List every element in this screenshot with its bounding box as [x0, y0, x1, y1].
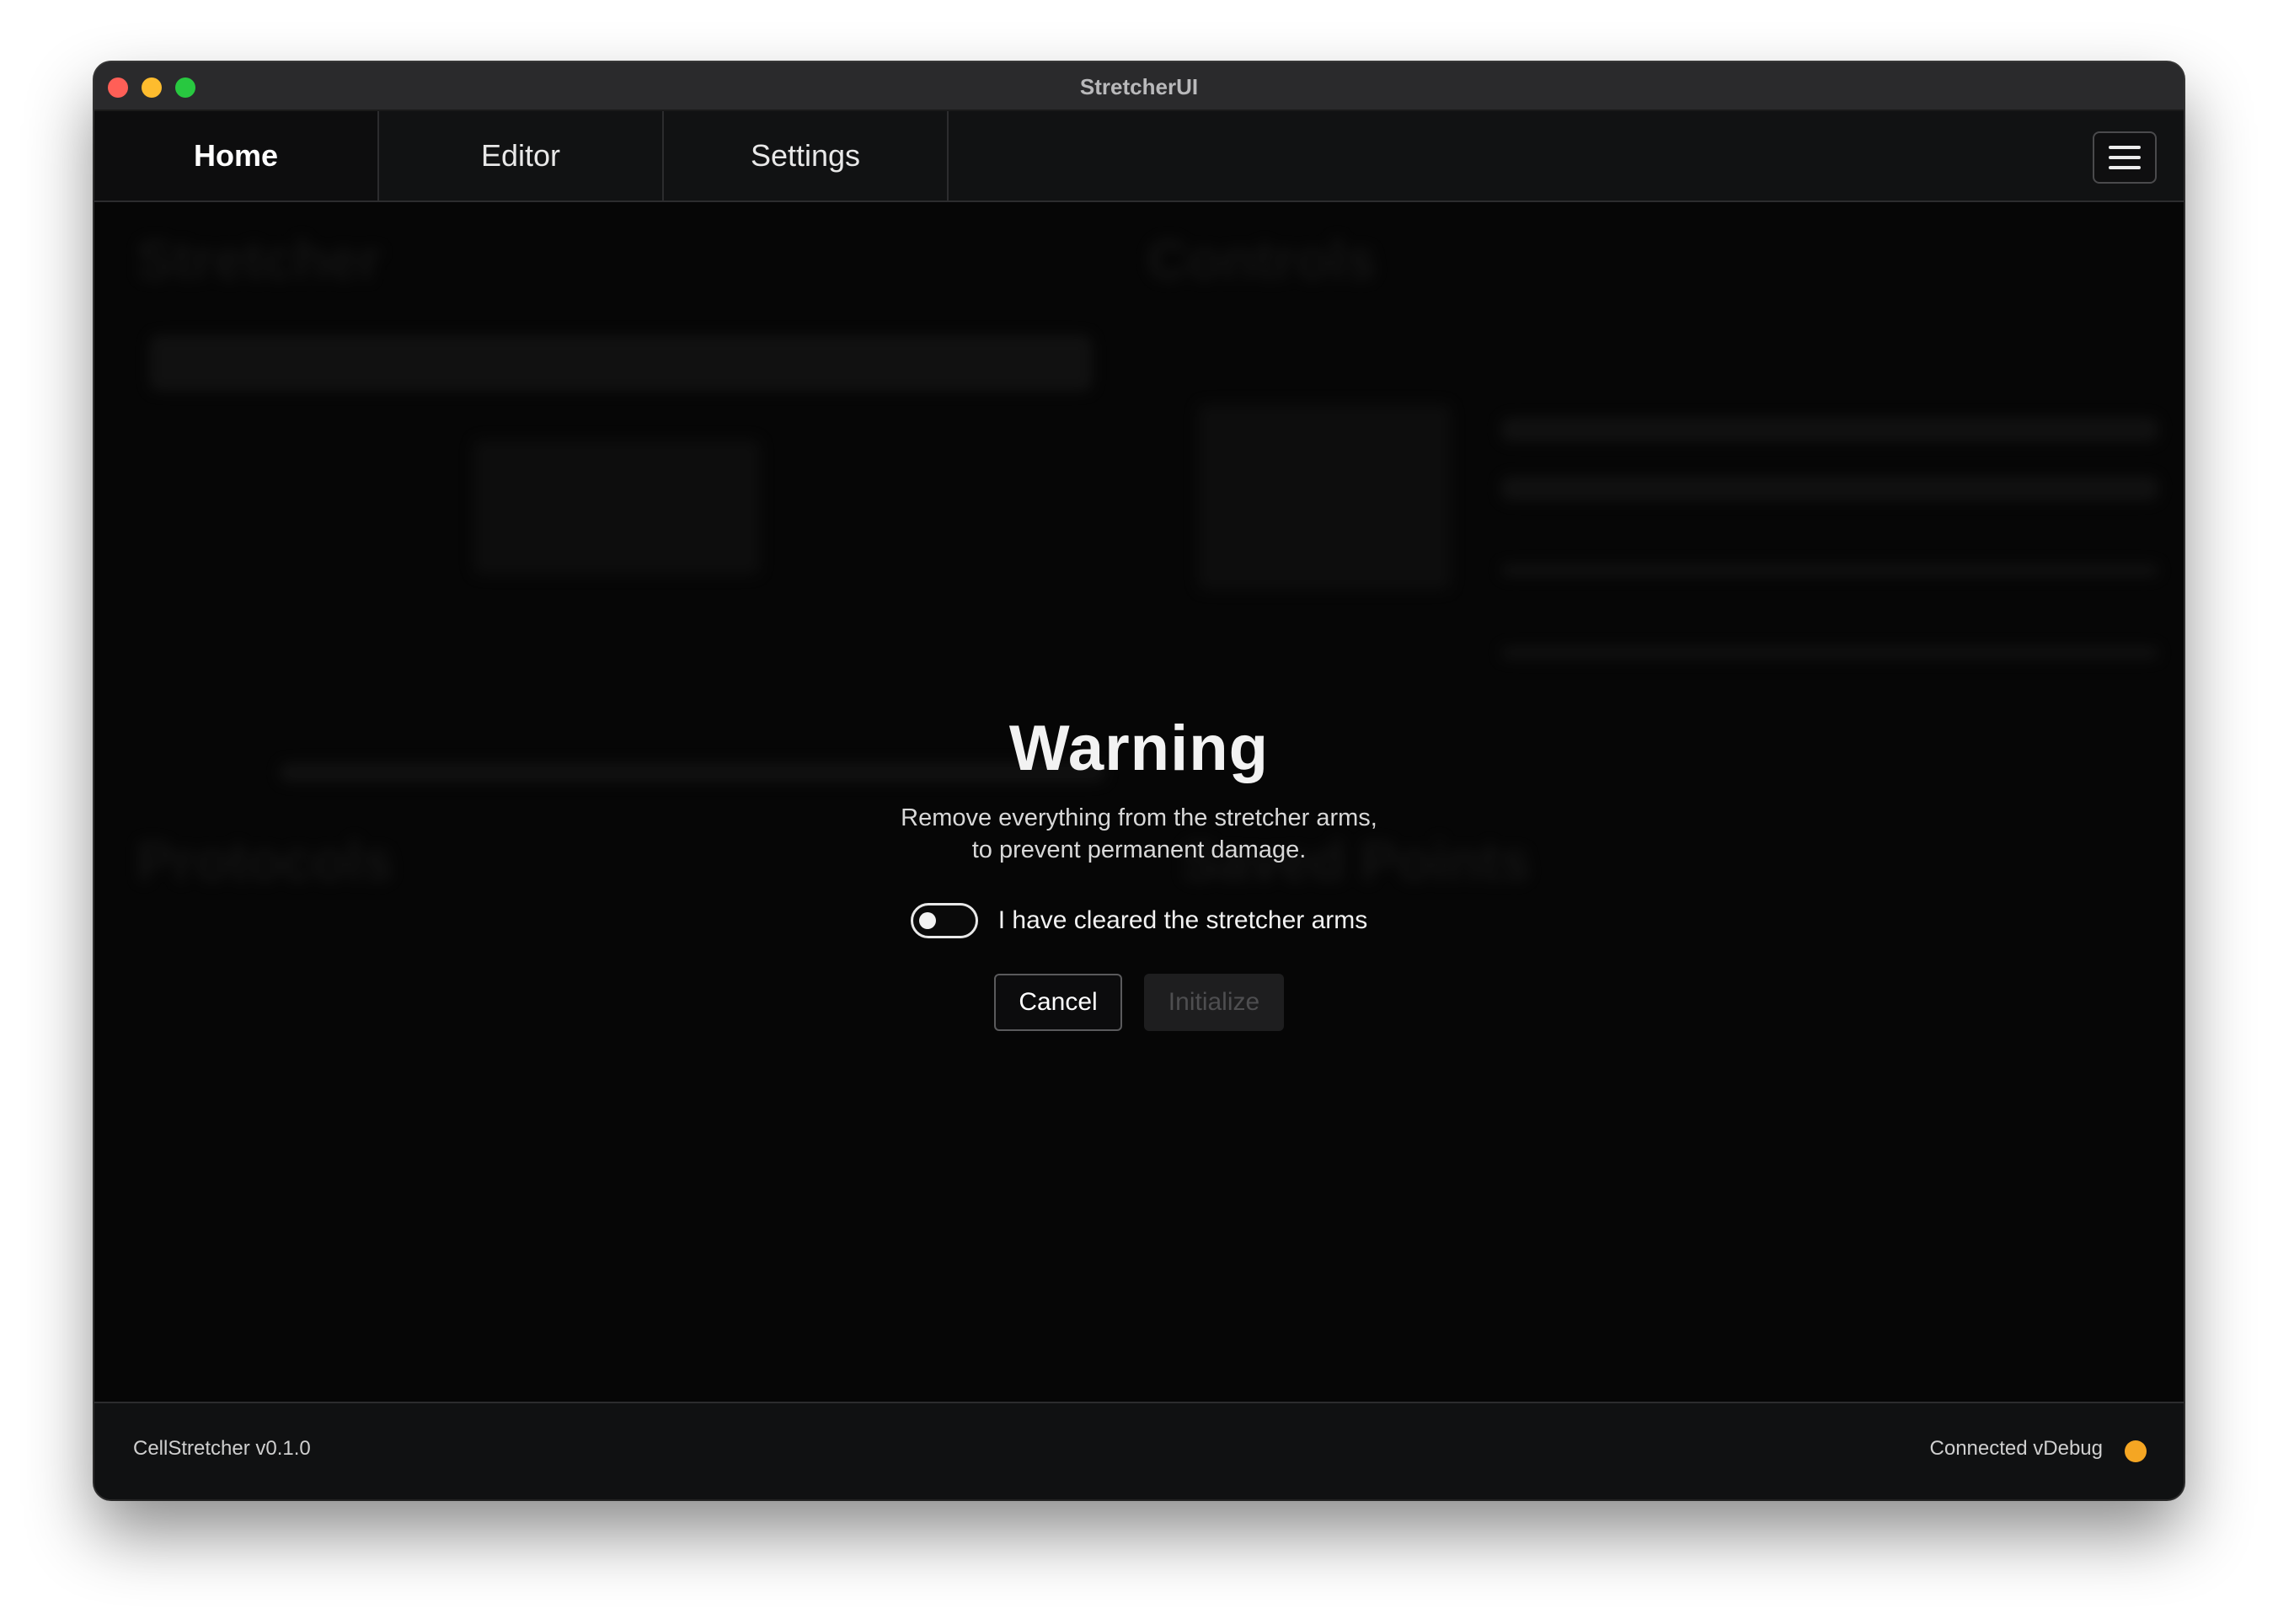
connection-status-indicator [2125, 1440, 2147, 1462]
toggle-label: I have cleared the stretcher arms [997, 906, 1368, 934]
tab-home[interactable]: Home [94, 111, 379, 200]
connection-status: Connected vDebug [1929, 1437, 2103, 1460]
tab-bar: Home Editor Settings [94, 111, 2184, 202]
title-bar: StretcherUI [94, 62, 2184, 111]
warning-dialog: Warning Remove everything from the stret… [94, 711, 2184, 1031]
dialog-title: Warning [1008, 713, 1270, 784]
hamburger-menu-icon [2109, 146, 2141, 149]
toggle-knob [918, 912, 936, 929]
cleared-arms-toggle[interactable] [910, 903, 978, 938]
dialog-message-line: Remove everything from the stretcher arm… [901, 804, 1377, 831]
app-version: CellStretcher v0.1.0 [133, 1437, 311, 1460]
main-content: Stretcher Controls Protocols Saved Point… [94, 202, 2184, 1402]
initialize-button[interactable]: Initialize [1144, 974, 1284, 1031]
confirm-toggle-row: I have cleared the stretcher arms [94, 903, 2184, 938]
tab-settings[interactable]: Settings [664, 111, 949, 200]
dialog-actions: Cancel Initialize [94, 974, 2184, 1031]
cancel-button[interactable]: Cancel [994, 974, 1122, 1031]
dialog-message: Remove everything from the stretcher arm… [94, 802, 2184, 866]
tab-editor[interactable]: Editor [379, 111, 664, 200]
status-bar: CellStretcher v0.1.0 Connected vDebug [94, 1402, 2184, 1499]
hamburger-menu-button[interactable] [2093, 131, 2157, 184]
dialog-message-line: to prevent permanent damage. [971, 836, 1307, 863]
app-window: StretcherUI Home Editor Settings Stretch… [94, 62, 2184, 1499]
window-title: StretcherUI [1079, 74, 1199, 99]
